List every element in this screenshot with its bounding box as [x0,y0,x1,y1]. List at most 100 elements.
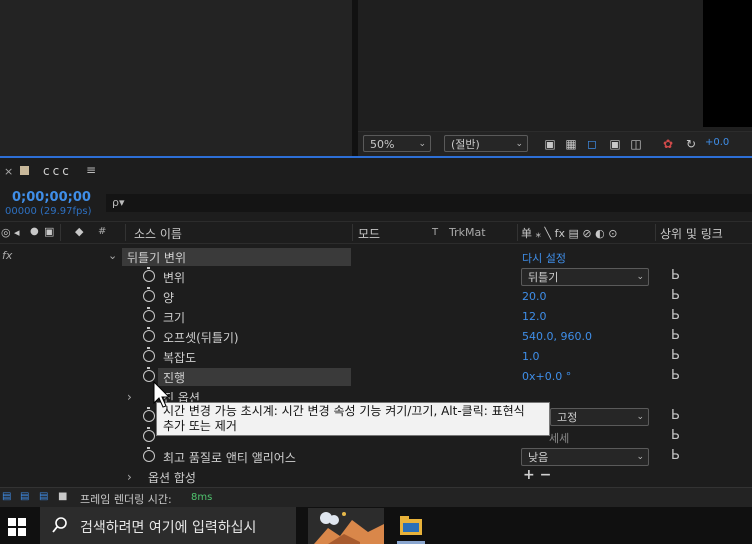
tooltip-line-2: 추가 또는 제거 [163,419,237,433]
project-panel [0,0,352,156]
compositing-label: 옵션 합성 [148,471,196,485]
preserve-transparency-header: T [432,227,439,238]
taskbar-search-box[interactable]: 검색하려면 여기에 입력하십시 [40,507,296,544]
property-row: 복잡도 1.0 Ь [0,347,752,367]
region-of-interest-icon[interactable]: ▣ [607,136,623,152]
solo-icon[interactable]: ● [30,226,39,237]
property-label: 크기 [163,311,186,325]
transparency-grid-icon[interactable]: ▦ [563,136,579,152]
transfer-controls-toggle-icon[interactable]: ▤ [20,491,29,502]
file-explorer-icon[interactable] [400,516,422,536]
timeline-tab-bar: × ccc ≡ [0,158,752,184]
pick-whip-icon[interactable]: Ь [671,268,680,283]
property-label: 변위 [163,271,186,285]
current-time-display[interactable]: 0;00;00;00 [12,190,91,205]
expand-twirl-icon[interactable]: ⌄ [108,249,117,262]
property-row: 오프셋(뒤틀기) 540.0, 960.0 Ь [0,327,752,347]
taskbar-search-placeholder: 검색하려면 여기에 입력하십시 [80,520,257,536]
trkmat-header[interactable]: TrkMat [449,226,486,239]
tab-composition[interactable]: ccc [43,164,72,178]
mouse-cursor-icon [153,381,171,408]
audio-icon[interactable]: ◂ [14,226,20,239]
stopwatch-icon[interactable] [143,447,155,462]
property-value[interactable]: 12.0 [522,310,547,323]
zoom-dropdown[interactable]: 50% ⌄ [363,135,431,152]
property-label: 최고 품질로 앤티 앨리어스 [163,451,296,465]
close-tab-icon[interactable]: × [4,165,13,178]
color-channels-icon[interactable]: ✿ [660,136,676,152]
stopwatch-icon[interactable] [143,427,155,442]
effect-name[interactable]: 뒤틀기 변위 [127,249,186,266]
layer-switches-toggle-icon[interactable]: ▤ [2,491,11,502]
effect-row[interactable]: fx ⌄ 뒤틀기 변위 다시 설정 [0,247,752,267]
stopwatch-icon[interactable] [143,407,155,422]
reset-link[interactable]: 다시 설정 [522,250,566,266]
pick-whip-icon[interactable]: Ь [671,348,680,363]
antialias-dropdown[interactable]: 낮음 ⌄ [521,448,649,466]
stopwatch-tooltip: 시간 변경 가능 초시계: 시간 변경 속성 기능 켜기/끄기, Alt-클릭:… [156,402,550,436]
collapsed-twirl-icon[interactable]: › [127,390,132,404]
property-value[interactable]: 1.0 [522,350,540,363]
mode-header[interactable]: 모드 [358,225,380,242]
search-icon [52,517,67,533]
reset-exposure-icon[interactable]: ↻ [683,136,699,152]
row-highlight [158,368,351,386]
resolution-value: (절반) [451,138,480,151]
resolution-dropdown[interactable]: (절반) ⌄ [444,135,528,152]
stopwatch-icon[interactable] [143,347,155,362]
layer-search-input[interactable]: ρ▾ [106,194,752,212]
lock-icon[interactable]: ▣ [44,225,54,238]
in-out-toggle-icon[interactable]: ▤ [39,491,48,502]
property-value[interactable]: 세세 [549,430,569,446]
fixed-dropdown[interactable]: 고정 ⌄ [550,408,649,426]
exposure-value[interactable]: +0.0 [705,137,729,148]
switches-header: 单 ⁎ ╲ fx ▤ ⊘ ◐ ⊙ [521,227,618,240]
composition-viewer[interactable] [358,0,752,131]
property-label: 오프셋(뒤틀기) [163,331,239,345]
source-name-header[interactable]: 소스 이름 [134,225,182,242]
pick-whip-icon[interactable]: Ь [671,428,680,443]
property-value[interactable]: 0x+0.0 ° [522,370,571,383]
mask-visibility-icon[interactable]: ◻ [584,136,600,152]
eye-icon[interactable]: ◎ [1,226,11,239]
panel-menu-icon[interactable]: ≡ [86,163,96,177]
add-remove-mask-buttons[interactable]: + − [523,467,551,483]
property-row: 변위 뒤틀기 ⌄ Ь [0,267,752,287]
property-value[interactable]: 20.0 [522,290,547,303]
chevron-down-icon: ⌄ [636,412,644,422]
viewer-toolbar: 50% ⌄ (절반) ⌄ ▣ ▦ ◻ ▣ ◫ ✿ ↻ +0.0 [358,131,752,157]
pick-whip-icon[interactable]: Ь [671,368,680,383]
pick-whip-icon[interactable]: Ь [671,448,680,463]
viewer-canvas [703,0,752,127]
parent-link-header[interactable]: 상위 및 링크 [660,225,723,242]
grid-guides-icon[interactable]: ◫ [628,136,644,152]
render-time-icon[interactable]: ■ [58,491,67,502]
stopwatch-icon[interactable] [143,327,155,342]
comp-color-swatch [20,166,29,175]
stopwatch-icon[interactable] [143,287,155,302]
label-tag-icon[interactable]: ◆ [75,225,83,238]
collapsed-twirl-icon[interactable]: › [127,470,132,484]
snapshot-icon[interactable]: ▣ [542,136,558,152]
property-label: 복잡도 [163,351,197,365]
property-row: 크기 12.0 Ь [0,307,752,327]
windows-start-icon[interactable] [8,518,26,536]
pick-whip-icon[interactable]: Ь [671,328,680,343]
property-value[interactable]: 540.0, 960.0 [522,330,592,343]
tooltip-line-1: 시간 변경 가능 초시계: 시간 변경 속성 기능 켜기/끄기, Alt-클릭:… [163,404,525,418]
fx-icon: fx [2,249,13,262]
compositing-options-row[interactable]: › 옵션 합성 + − [0,467,752,487]
stopwatch-icon[interactable] [143,267,155,282]
render-time-label: 프레임 렌더링 시간: [80,493,172,506]
displacement-dropdown[interactable]: 뒤틀기 ⌄ [521,268,649,286]
pick-whip-icon[interactable]: Ь [671,308,680,323]
stopwatch-icon[interactable] [143,307,155,322]
pick-whip-icon[interactable]: Ь [671,288,680,303]
timeline-footer: ▤ ▤ ▤ ■ 프레임 렌더링 시간: 8ms [0,487,752,508]
dropdown-value: 낮음 [528,451,549,464]
property-label: 양 [163,291,175,305]
render-time-value: 8ms [191,492,213,503]
search-icon: ρ▾ [112,196,125,209]
zoom-value: 50% [370,138,395,151]
pick-whip-icon[interactable]: Ь [671,408,680,423]
